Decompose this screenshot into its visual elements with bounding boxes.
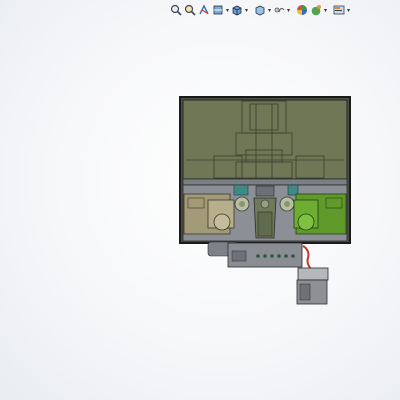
- right-component: [293, 193, 347, 235]
- red-wire: [302, 245, 313, 271]
- center-mechanism: [253, 185, 277, 239]
- top-cover: [182, 99, 348, 180]
- connector-block: [227, 242, 303, 268]
- assembly-model: [179, 96, 351, 305]
- sensor-module: [296, 267, 329, 305]
- left-component: [183, 193, 235, 235]
- graphics-area[interactable]: [0, 20, 400, 400]
